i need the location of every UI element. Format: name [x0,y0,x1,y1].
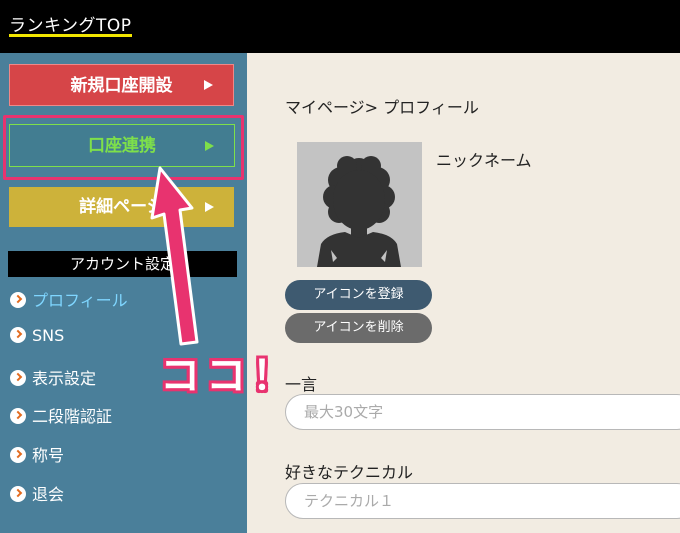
sidebar-item-two-factor[interactable]: 二段階認証 [10,403,112,427]
chevron-right-icon [10,291,26,308]
chevron-right-icon [10,326,26,343]
sidebar-item-withdraw[interactable]: 退会 [10,481,64,505]
sidebar-item-display-settings[interactable]: 表示設定 [10,365,96,389]
sidebar-item-profile[interactable]: プロフィール [10,287,128,311]
top-bar: ランキングTOP [0,0,680,53]
ranking-top-link[interactable]: ランキングTOP [9,11,132,36]
chevron-right-icon [10,446,26,463]
details-page-label: 詳細ページ [79,197,164,217]
new-account-label: 新規口座開設 [70,76,173,96]
new-account-button[interactable]: 新規口座開設 [9,64,234,106]
account-link-label: 口座連携 [88,136,156,156]
chevron-right-icon [10,485,26,502]
technical-label: 好きなテクニカル [285,463,414,482]
arrow-right-icon [204,80,213,90]
chevron-right-icon [10,369,26,386]
sidebar-item-label: プロフィール [32,291,128,310]
sidebar-item-label: 称号 [32,446,65,465]
sidebar-item-label: 退会 [32,485,65,504]
arrow-right-icon [205,140,214,151]
account-link-button[interactable]: 口座連携 [9,124,235,167]
technical-input[interactable] [285,483,680,519]
sidebar-item-titles[interactable]: 称号 [10,442,64,466]
annotation-callout: ココ！ [160,353,298,399]
arrow-right-icon [205,202,214,212]
sidebar-item-sns[interactable]: SNS [10,326,64,345]
account-settings-header: アカウント設定 [8,251,237,277]
hitokoto-input[interactable] [285,394,680,430]
default-avatar-icon [317,156,401,267]
register-icon-button[interactable]: アイコンを登録 [285,280,432,310]
sidebar-item-label: SNS [32,326,65,345]
sidebar-item-label: 二段階認証 [32,407,113,426]
title-underline [9,34,132,37]
delete-icon-button[interactable]: アイコンを削除 [285,313,432,343]
avatar [297,142,422,267]
breadcrumb: マイページ> プロフィール [285,98,479,117]
sidebar-item-label: 表示設定 [32,369,97,388]
chevron-right-icon [10,407,26,424]
nickname-label: ニックネーム [436,151,532,170]
details-page-button[interactable]: 詳細ページ [9,187,234,227]
